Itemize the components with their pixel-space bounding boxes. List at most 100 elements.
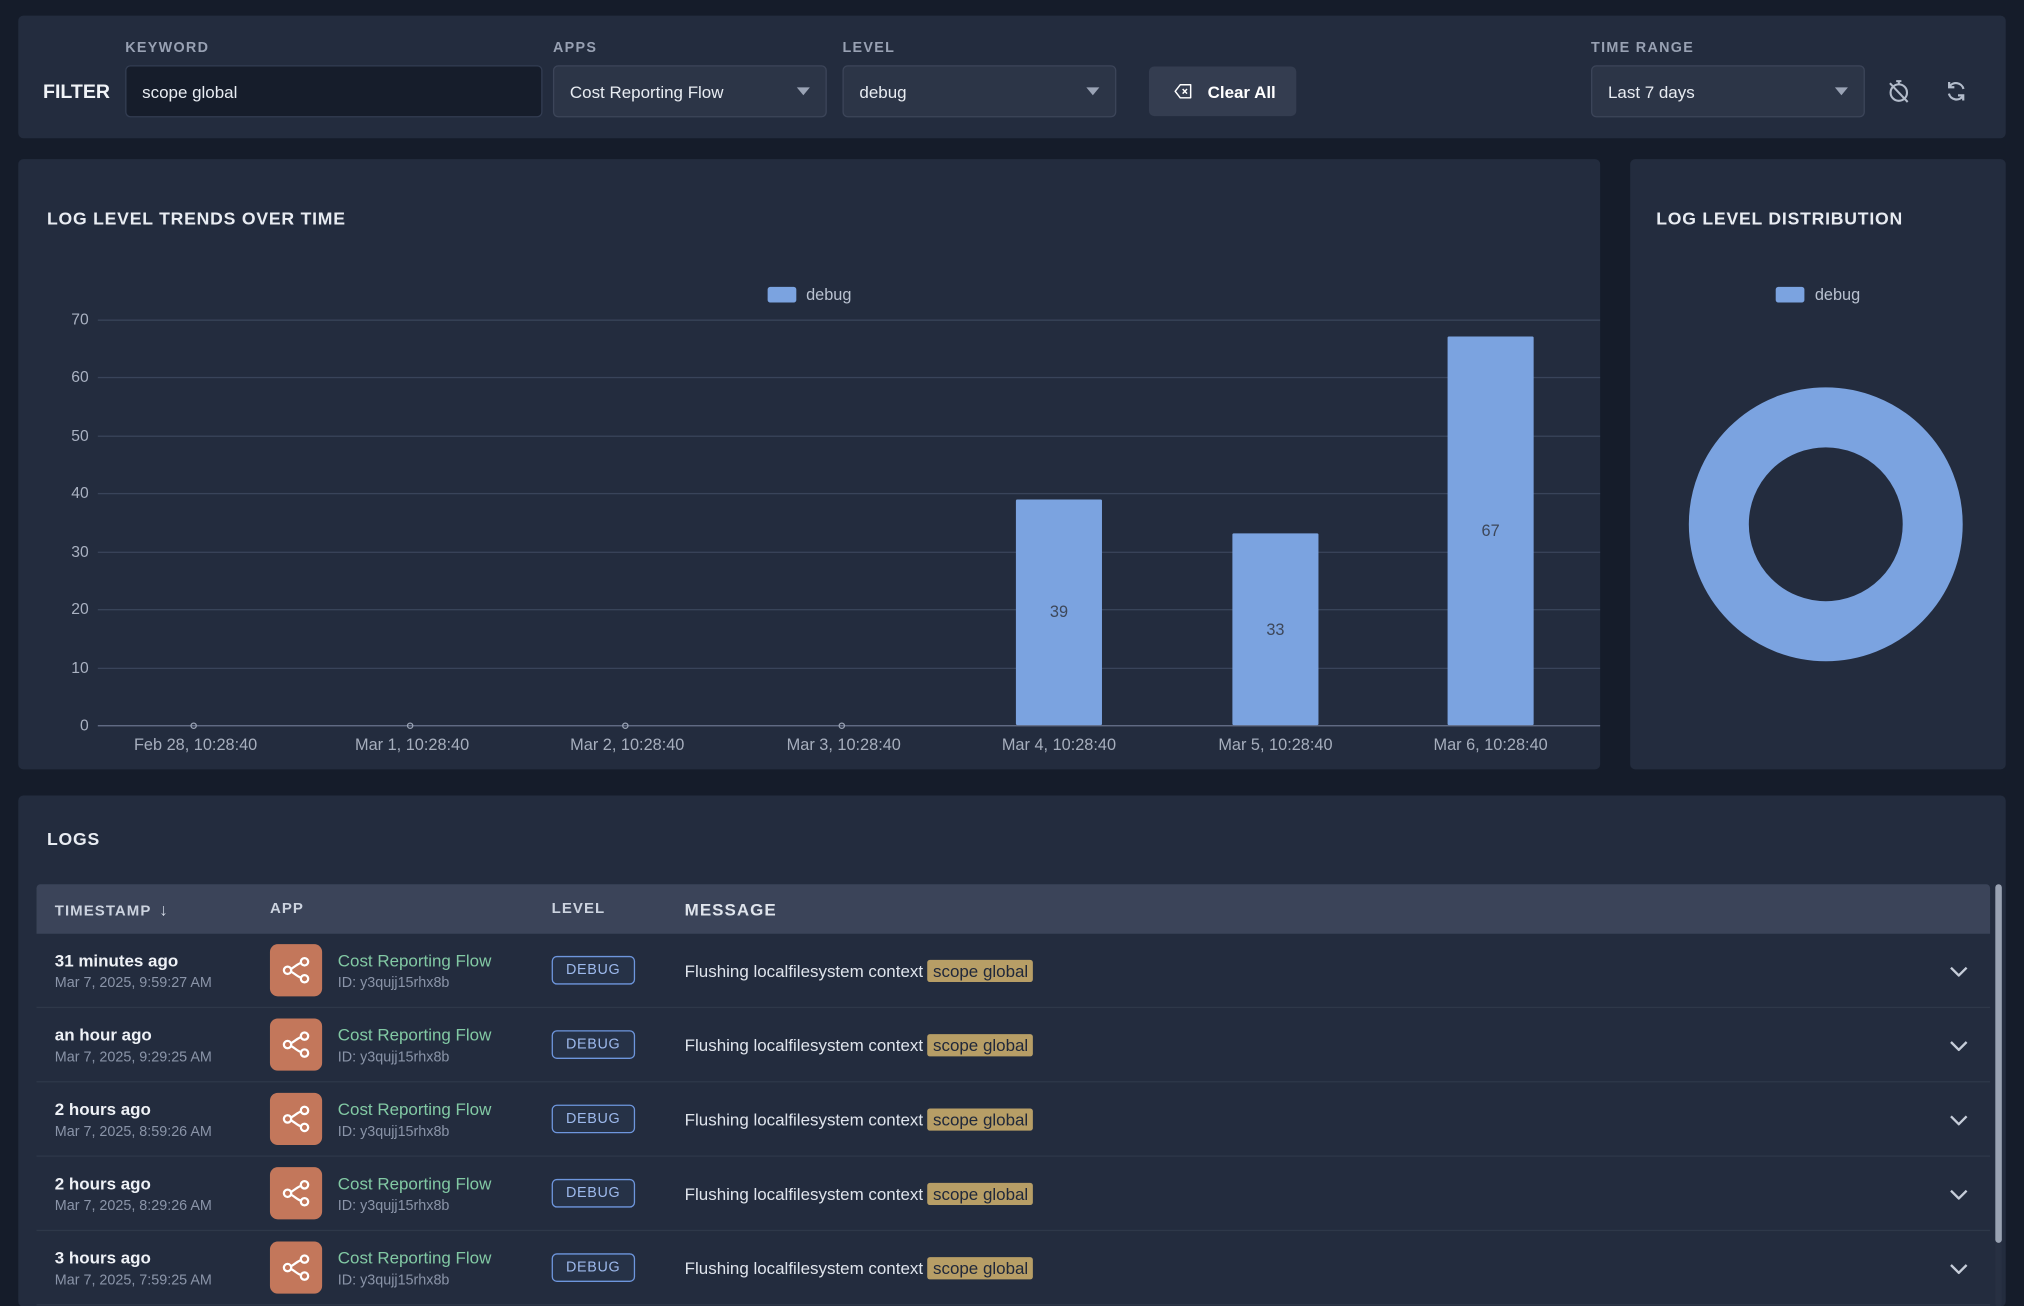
app-id: ID: y3qujj15rhx8b bbox=[338, 1198, 492, 1214]
table-row: an hour ago Mar 7, 2025, 9:29:25 AM Cost … bbox=[37, 1008, 1991, 1082]
timestamp: Mar 7, 2025, 8:29:26 AM bbox=[55, 1198, 270, 1214]
distribution-card-title: LOG LEVEL DISTRIBUTION bbox=[1656, 209, 1903, 229]
timestamp: Mar 7, 2025, 8:59:26 AM bbox=[55, 1123, 270, 1139]
zero-marker bbox=[622, 722, 629, 729]
column-header-level: LEVEL bbox=[552, 901, 685, 917]
log-message: Flushing localfilesystem context scope g… bbox=[685, 1183, 1928, 1203]
relative-time: 31 minutes ago bbox=[55, 950, 270, 970]
level-badge: DEBUG bbox=[552, 956, 635, 985]
time-range-select-value: Last 7 days bbox=[1608, 82, 1695, 102]
level-badge: DEBUG bbox=[552, 1253, 635, 1282]
app-link[interactable]: Cost Reporting Flow bbox=[338, 1024, 492, 1044]
app-link[interactable]: Cost Reporting Flow bbox=[338, 1099, 492, 1119]
bar[interactable]: 39 bbox=[1016, 499, 1102, 725]
log-message: Flushing localfilesystem context scope g… bbox=[685, 1258, 1928, 1278]
timestamp: Mar 7, 2025, 9:29:25 AM bbox=[55, 1049, 270, 1065]
level-field: LEVEL debug bbox=[842, 40, 1116, 117]
expand-row-button[interactable] bbox=[1942, 1101, 1976, 1136]
legend-swatch bbox=[1776, 287, 1805, 303]
log-message: Flushing localfilesystem context scope g… bbox=[685, 1035, 1928, 1055]
relative-time: 3 hours ago bbox=[55, 1247, 270, 1267]
y-axis-label: 10 bbox=[29, 659, 89, 677]
refresh-icon bbox=[1943, 78, 1969, 104]
time-range-label: TIME RANGE bbox=[1591, 40, 1865, 56]
app-link[interactable]: Cost Reporting Flow bbox=[338, 950, 492, 970]
table-row: 2 hours agoMar 7, 2025, 8:59:26 AM Cost … bbox=[37, 1082, 1991, 1156]
chart-legend[interactable]: debug bbox=[1776, 286, 1860, 304]
y-axis-label: 60 bbox=[29, 368, 89, 386]
app-link[interactable]: Cost Reporting Flow bbox=[338, 1247, 492, 1267]
apps-select[interactable]: Cost Reporting Flow bbox=[553, 65, 827, 117]
column-header-timestamp[interactable]: TIMESTAMP↓ bbox=[37, 899, 270, 919]
keyword-input[interactable] bbox=[125, 65, 542, 117]
sort-desc-icon: ↓ bbox=[159, 899, 169, 919]
clear-all-label: Clear All bbox=[1208, 82, 1276, 102]
timestamp: Mar 7, 2025, 7:59:25 AM bbox=[55, 1272, 270, 1288]
backspace-icon bbox=[1170, 81, 1196, 102]
expand-row-button[interactable] bbox=[1942, 1250, 1976, 1285]
keyword-label: KEYWORD bbox=[125, 40, 542, 56]
zero-marker bbox=[839, 722, 846, 729]
x-axis-label: Mar 2, 10:28:40 bbox=[523, 736, 732, 754]
legend-label: debug bbox=[1815, 286, 1860, 304]
app-icon bbox=[270, 1019, 322, 1071]
filter-bar-title: FILTER bbox=[43, 81, 125, 118]
clear-all-button[interactable]: Clear All bbox=[1149, 67, 1297, 117]
zero-marker bbox=[407, 722, 414, 729]
log-message: Flushing localfilesystem context scope g… bbox=[685, 960, 1928, 980]
y-axis-label: 30 bbox=[29, 543, 89, 561]
expand-row-button[interactable] bbox=[1942, 1176, 1976, 1211]
keyword-highlight: scope global bbox=[928, 1108, 1034, 1130]
keyword-highlight: scope global bbox=[928, 959, 1034, 981]
y-axis-label: 40 bbox=[29, 484, 89, 502]
time-range-select[interactable]: Last 7 days bbox=[1591, 65, 1865, 117]
app-id: ID: y3qujj15rhx8b bbox=[338, 1123, 492, 1139]
apps-field: APPS Cost Reporting Flow bbox=[553, 40, 827, 117]
relative-time: an hour ago bbox=[55, 1024, 270, 1044]
relative-time: 2 hours ago bbox=[55, 1173, 270, 1193]
bar-chart: 70 60 50 40 30 20 10 0 0 Feb 28, 10:28:4… bbox=[18, 159, 1600, 769]
keyword-highlight: scope global bbox=[928, 1257, 1034, 1279]
expand-row-button[interactable] bbox=[1942, 1027, 1976, 1062]
apps-label: APPS bbox=[553, 40, 827, 56]
x-axis-label: Feb 28, 10:28:40 bbox=[91, 736, 300, 754]
expand-row-button[interactable] bbox=[1942, 953, 1976, 988]
app-id: ID: y3qujj15rhx8b bbox=[338, 1049, 492, 1065]
logs-table: TIMESTAMP↓ APP LEVEL MESSAGE 31 minutes … bbox=[37, 884, 1991, 1305]
logs-title: LOGS bbox=[47, 829, 100, 849]
filter-bar: FILTER KEYWORD APPS Cost Reporting Flow … bbox=[18, 16, 2005, 139]
chevron-down-icon bbox=[797, 87, 810, 95]
donut-chart[interactable] bbox=[1689, 387, 1963, 661]
y-axis-label: 0 bbox=[29, 716, 89, 734]
level-select[interactable]: debug bbox=[842, 65, 1116, 117]
keyword-highlight: scope global bbox=[928, 1034, 1034, 1056]
level-select-value: debug bbox=[859, 82, 906, 102]
y-axis-label: 20 bbox=[29, 600, 89, 618]
column-header-message: MESSAGE bbox=[685, 899, 1928, 919]
column-header-app: APP bbox=[270, 901, 552, 917]
level-badge: DEBUG bbox=[552, 1105, 635, 1134]
x-axis-label: Mar 5, 10:28:40 bbox=[1171, 736, 1380, 754]
app-icon bbox=[270, 944, 322, 996]
x-axis-label: Mar 1, 10:28:40 bbox=[308, 736, 517, 754]
app-id: ID: y3qujj15rhx8b bbox=[338, 1272, 492, 1288]
bar[interactable]: 67 bbox=[1448, 337, 1534, 725]
auto-refresh-off-button[interactable] bbox=[1875, 65, 1922, 117]
log-dashboard: FILTER KEYWORD APPS Cost Reporting Flow … bbox=[0, 0, 2024, 1306]
log-message: Flushing localfilesystem context scope g… bbox=[685, 1109, 1928, 1129]
refresh-button[interactable] bbox=[1933, 65, 1980, 117]
keyword-field: KEYWORD bbox=[125, 40, 542, 117]
app-icon bbox=[270, 1093, 322, 1145]
bar[interactable]: 33 bbox=[1232, 534, 1318, 725]
app-link[interactable]: Cost Reporting Flow bbox=[338, 1173, 492, 1193]
x-axis-label: Mar 4, 10:28:40 bbox=[955, 736, 1164, 754]
app-icon bbox=[270, 1242, 322, 1294]
y-axis-label: 50 bbox=[29, 426, 89, 444]
keyword-highlight: scope global bbox=[928, 1182, 1034, 1204]
zero-marker bbox=[190, 722, 197, 729]
scrollbar-thumb[interactable] bbox=[1995, 884, 2002, 1243]
level-badge: DEBUG bbox=[552, 1179, 635, 1208]
chevron-down-icon bbox=[1835, 87, 1848, 95]
timestamp: Mar 7, 2025, 9:59:27 AM bbox=[55, 975, 270, 991]
app-id: ID: y3qujj15rhx8b bbox=[338, 975, 492, 991]
